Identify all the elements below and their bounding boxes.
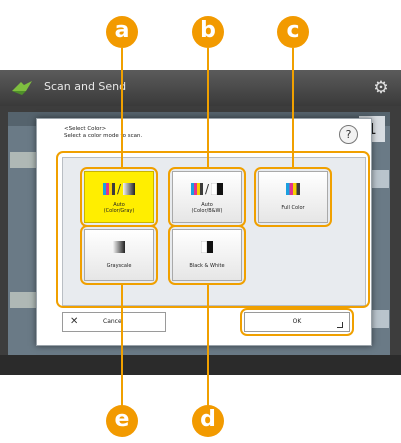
leader-line-a: [121, 48, 123, 167]
help-button[interactable]: ?: [339, 125, 358, 144]
title-bar: Scan and Send ⚙: [0, 70, 401, 106]
callout-marker-b: b: [192, 16, 224, 48]
callout-marker-d: d: [192, 405, 224, 437]
leader-line-d: [207, 285, 209, 409]
background-tab: [371, 310, 389, 328]
background-tab: [371, 170, 389, 188]
status-bar: [0, 355, 401, 375]
dialog-heading: <Select Color>: [64, 126, 107, 132]
dialog-instruction: Select a color mode to scan.: [64, 133, 143, 139]
dialog-title: <Select Color> Select a color mode to sc…: [64, 126, 142, 140]
gear-icon[interactable]: ⚙: [371, 78, 391, 98]
callout-marker-a: a: [106, 16, 138, 48]
callout-frame-ok: [240, 308, 354, 336]
callout-frame-panel: [56, 151, 370, 308]
leader-line-c: [292, 48, 294, 167]
callout-marker-c: c: [277, 16, 309, 48]
close-icon: ✕: [70, 316, 79, 327]
leader-line-e: [121, 285, 123, 409]
app-title: Scan and Send: [44, 80, 127, 93]
leader-line-b: [207, 48, 209, 167]
callout-marker-e: e: [106, 405, 138, 437]
scan-send-logo-icon: [12, 81, 32, 95]
cancel-button[interactable]: ✕ Cancel: [62, 312, 166, 332]
